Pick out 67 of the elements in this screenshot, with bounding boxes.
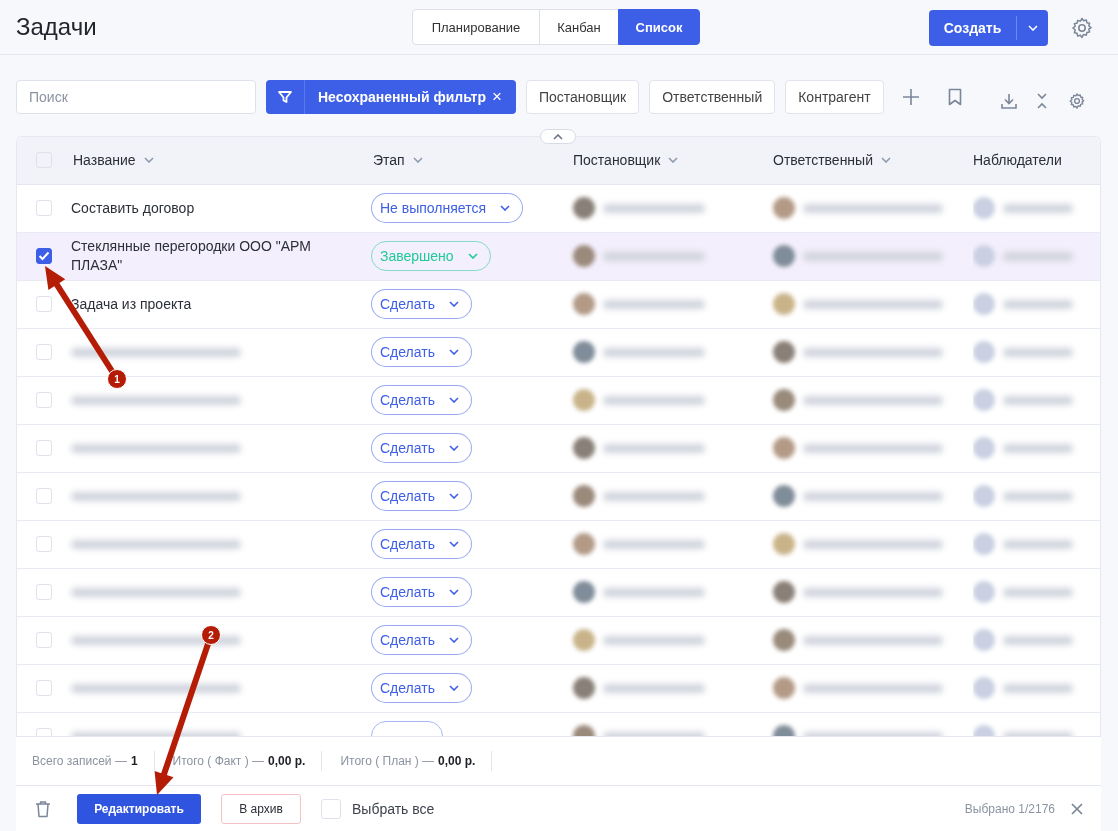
chevron-down-icon[interactable]: [668, 157, 679, 164]
task-name[interactable]: Задача из проекта: [71, 294, 212, 314]
total-value: 1: [130, 754, 138, 768]
chevron-down-icon[interactable]: [881, 157, 891, 164]
chevron-down-icon: [448, 685, 459, 692]
chevron-down-icon: [500, 205, 510, 212]
settings-icon[interactable]: [1067, 92, 1086, 110]
filter-chip[interactable]: Ответственный: [649, 80, 776, 114]
trash-icon[interactable]: [35, 799, 51, 818]
chevron-down-icon[interactable]: [412, 157, 423, 164]
stage-dropdown[interactable]: Сделать: [371, 481, 472, 512]
total-label: Итого ( Факт ) —: [172, 754, 265, 768]
filter-chip[interactable]: Постановщик: [525, 80, 640, 114]
stage-dropdown[interactable]: Сделать: [371, 433, 472, 464]
stage-dropdown[interactable]: Сделать: [371, 337, 472, 368]
column-header[interactable]: Название: [73, 152, 136, 169]
chevron-down-icon: [448, 637, 459, 644]
collapse-toggle[interactable]: [540, 129, 576, 144]
stage-dropdown[interactable]: Сделать: [371, 625, 472, 656]
column-header[interactable]: Постановщик: [573, 152, 661, 169]
chevron-down-icon: [448, 589, 459, 596]
chevron-down-icon: [448, 541, 459, 548]
total-value: 0,00 р.: [438, 754, 476, 768]
stage-dropdown[interactable]: Не выполняется: [371, 193, 523, 224]
column-header[interactable]: Наблюдатели: [973, 152, 1062, 169]
page-title: Задачи: [16, 13, 97, 41]
chevron-down-icon[interactable]: [143, 157, 154, 164]
stage-dropdown[interactable]: Сделать: [371, 385, 472, 416]
caret-icon: [1028, 25, 1038, 31]
total-label: Итого ( План ) —: [340, 754, 435, 768]
filter-chip[interactable]: Контрагент: [785, 80, 884, 114]
stage-dropdown[interactable]: Сделать: [371, 529, 472, 560]
total-value: 0,00 р.: [268, 754, 306, 768]
column-header[interactable]: Этап: [373, 152, 405, 169]
chevron-down-icon: [448, 493, 459, 500]
select-all-label[interactable]: Выбрать все: [352, 800, 435, 817]
view-tab[interactable]: Канбан: [539, 9, 619, 45]
edit-button[interactable]: Редактировать: [77, 793, 201, 824]
chevron-down-icon: [448, 349, 459, 356]
close-button[interactable]: ×: [485, 87, 516, 107]
chevron-down-icon: [448, 445, 459, 452]
filter-button[interactable]: Несохраненный фильтр ×: [266, 80, 516, 114]
create-button[interactable]: Создать: [929, 10, 1048, 46]
search-field[interactable]: Поиск: [16, 80, 256, 114]
total-label: Всего записей —: [32, 754, 127, 768]
view-tab[interactable]: Планирование: [412, 9, 540, 45]
close-icon[interactable]: [1071, 802, 1083, 815]
plus-icon[interactable]: [901, 88, 920, 106]
chevron-down-icon: [467, 253, 478, 260]
bookmark-icon[interactable]: [947, 88, 962, 106]
archive-button[interactable]: В архив: [221, 793, 301, 824]
column-header[interactable]: Ответственный: [773, 152, 873, 169]
stage-dropdown[interactable]: Сделать: [371, 577, 472, 608]
checkbox[interactable]: [36, 248, 52, 265]
view-tab[interactable]: Список: [618, 9, 700, 45]
settings-icon[interactable]: [1070, 16, 1094, 40]
download-icon[interactable]: [999, 92, 1018, 110]
chevron-down-icon: [448, 397, 459, 404]
task-name[interactable]: Составить договор: [71, 198, 215, 218]
collapse-icon[interactable]: [1035, 92, 1048, 110]
stage-dropdown[interactable]: Сделать: [371, 289, 472, 320]
task-name[interactable]: Стеклянные перегородки ООО "АРМ ПЛАЗА": [71, 237, 371, 276]
chevron-up-icon: [553, 133, 563, 140]
chevron-down-icon: [448, 301, 459, 308]
selected-count: Выбрано 1/2176: [964, 801, 1055, 816]
filter-icon: [277, 89, 293, 105]
stage-dropdown[interactable]: Сделать: [371, 673, 472, 704]
